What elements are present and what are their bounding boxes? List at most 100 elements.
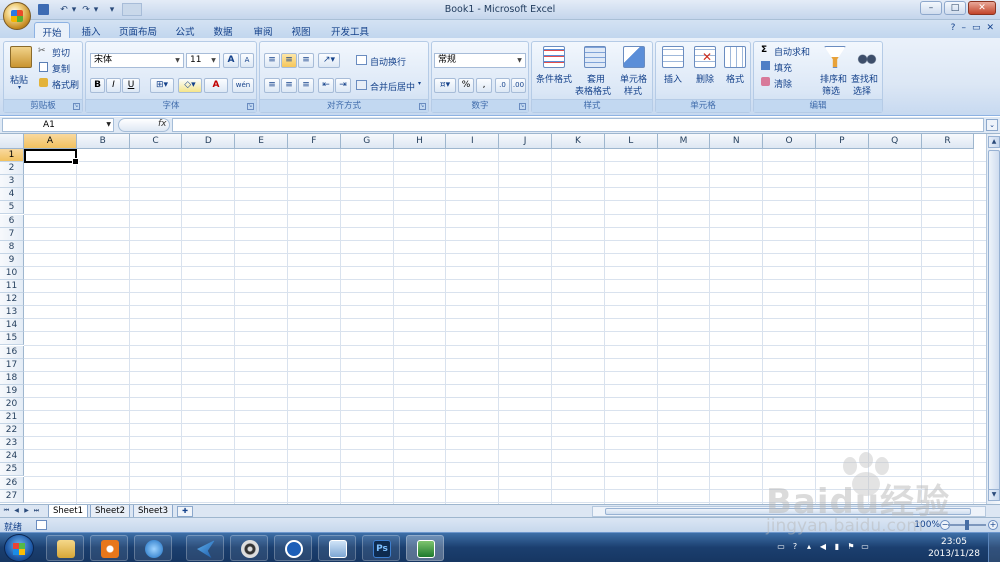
row-header[interactable]: 20: [0, 397, 24, 411]
tab-view[interactable]: 视图: [286, 22, 316, 38]
autosum-button[interactable]: 自动求和: [774, 45, 810, 58]
fill-button[interactable]: 填充: [774, 61, 792, 74]
column-header[interactable]: Q: [868, 134, 922, 149]
row-header[interactable]: 27: [0, 489, 24, 503]
fill-color-button[interactable]: ◇▾: [178, 78, 202, 93]
taskbar-internet-explorer[interactable]: [134, 535, 172, 561]
format-as-table-line2[interactable]: 表格格式: [575, 84, 611, 97]
merge-dropdown-icon[interactable]: ▾: [418, 80, 421, 87]
align-top-button[interactable]: ≡: [264, 53, 280, 68]
clipboard-launcher-icon[interactable]: ↘: [73, 103, 80, 110]
column-header[interactable]: B: [76, 134, 130, 149]
tray-keyboard-icon[interactable]: ▭: [776, 542, 786, 552]
decrease-decimal-button[interactable]: .00: [511, 78, 526, 93]
italic-button[interactable]: I: [106, 78, 121, 93]
font-color-button[interactable]: A: [204, 78, 228, 93]
tray-network-icon[interactable]: ▮: [832, 542, 842, 552]
column-header[interactable]: A: [24, 134, 77, 149]
horizontal-scroll-thumb[interactable]: [605, 508, 971, 515]
column-header[interactable]: N: [710, 134, 764, 149]
maximize-button[interactable]: □: [944, 1, 966, 15]
row-header[interactable]: 5: [0, 201, 24, 215]
column-header[interactable]: E: [235, 134, 288, 149]
column-header[interactable]: L: [604, 134, 658, 149]
help-icon[interactable]: ?: [951, 23, 956, 33]
column-header[interactable]: M: [657, 134, 711, 149]
formula-input[interactable]: [172, 118, 984, 132]
horizontal-scrollbar[interactable]: [592, 506, 986, 517]
tab-developer[interactable]: 开发工具: [326, 22, 374, 38]
next-sheet-icon[interactable]: ▶: [22, 506, 31, 516]
column-header[interactable]: K: [552, 134, 605, 149]
number-launcher-icon[interactable]: ↘: [519, 103, 526, 110]
row-header[interactable]: 22: [0, 424, 24, 438]
taskbar-film-app[interactable]: [230, 535, 268, 561]
taskbar-explorer[interactable]: [46, 535, 84, 561]
decrease-indent-button[interactable]: ⇤: [318, 78, 334, 93]
zoom-slider[interactable]: [948, 520, 986, 530]
last-sheet-icon[interactable]: ⏭: [32, 506, 41, 516]
tab-page-layout[interactable]: 页面布局: [114, 22, 162, 38]
column-header[interactable]: D: [182, 134, 236, 149]
tab-formulas[interactable]: 公式: [170, 22, 200, 38]
taskbar-clock[interactable]: 23:05 2013/11/28: [924, 536, 984, 560]
align-right-button[interactable]: ≡: [298, 78, 314, 93]
taskbar-excel[interactable]: [406, 535, 444, 561]
cut-button[interactable]: 剪切: [52, 46, 70, 59]
row-header[interactable]: 18: [0, 371, 24, 385]
align-middle-button[interactable]: ≡: [281, 53, 297, 68]
find-select-line2[interactable]: 选择: [853, 84, 871, 97]
row-header[interactable]: 8: [0, 240, 24, 254]
column-header[interactable]: O: [763, 134, 816, 149]
wrap-text-button[interactable]: 自动换行: [370, 55, 406, 68]
select-all-button[interactable]: [0, 134, 24, 149]
grow-font-button[interactable]: A: [223, 53, 239, 68]
scroll-down-icon[interactable]: ▼: [988, 489, 1000, 501]
increase-decimal-button[interactable]: .0: [495, 78, 510, 93]
row-header[interactable]: 7: [0, 227, 24, 241]
prev-sheet-icon[interactable]: ◀: [12, 506, 21, 516]
align-bottom-button[interactable]: ≡: [298, 53, 314, 68]
taskbar-bird-app[interactable]: [186, 535, 224, 561]
conditional-format-button[interactable]: 条件格式: [536, 72, 572, 85]
copy-button[interactable]: 复制: [52, 62, 70, 75]
increase-indent-button[interactable]: ⇥: [335, 78, 351, 93]
phonetic-button[interactable]: wén: [232, 78, 254, 93]
format-painter-button[interactable]: 格式刷: [52, 78, 79, 91]
comma-button[interactable]: ,: [476, 78, 492, 93]
ribbon-restore-icon[interactable]: ▭: [972, 23, 981, 33]
column-header[interactable]: H: [393, 134, 447, 149]
font-size-select[interactable]: 11 ▼: [186, 53, 220, 68]
row-header[interactable]: 3: [0, 175, 24, 189]
row-header[interactable]: 17: [0, 358, 24, 372]
vertical-scroll-thumb[interactable]: [988, 150, 1000, 495]
row-header[interactable]: 14: [0, 319, 24, 333]
row-header[interactable]: 2: [0, 162, 24, 176]
insert-sheet-icon[interactable]: ✚: [177, 506, 193, 517]
office-button[interactable]: [3, 2, 31, 30]
clear-button[interactable]: 清除: [774, 77, 792, 90]
show-desktop-button[interactable]: [988, 533, 1000, 562]
tray-display-icon[interactable]: ▭: [860, 542, 870, 552]
column-header[interactable]: R: [921, 134, 975, 149]
tray-help-icon[interactable]: ?: [790, 542, 800, 552]
merge-center-button[interactable]: 合并后居中: [370, 80, 415, 93]
row-header[interactable]: 10: [0, 266, 24, 280]
cell-styles-line2[interactable]: 样式: [624, 84, 642, 97]
bold-button[interactable]: B: [90, 78, 105, 93]
paste-icon[interactable]: [10, 46, 32, 68]
taskbar-remote-app[interactable]: [318, 535, 356, 561]
align-left-button[interactable]: ≡: [264, 78, 280, 93]
row-header[interactable]: 23: [0, 437, 24, 451]
paste-dropdown-icon[interactable]: ▾: [18, 84, 21, 91]
delete-cells-button[interactable]: 删除: [696, 72, 714, 85]
tray-show-hidden-icon[interactable]: ▴: [804, 542, 814, 552]
column-header[interactable]: P: [816, 134, 869, 149]
row-header[interactable]: 12: [0, 293, 24, 307]
format-cells-button[interactable]: 格式: [726, 72, 744, 85]
accounting-button[interactable]: ¤▾: [434, 78, 456, 93]
shrink-font-button[interactable]: A: [240, 53, 254, 68]
column-header[interactable]: J: [499, 134, 552, 149]
row-header[interactable]: 25: [0, 463, 24, 477]
column-header[interactable]: G: [340, 134, 394, 149]
